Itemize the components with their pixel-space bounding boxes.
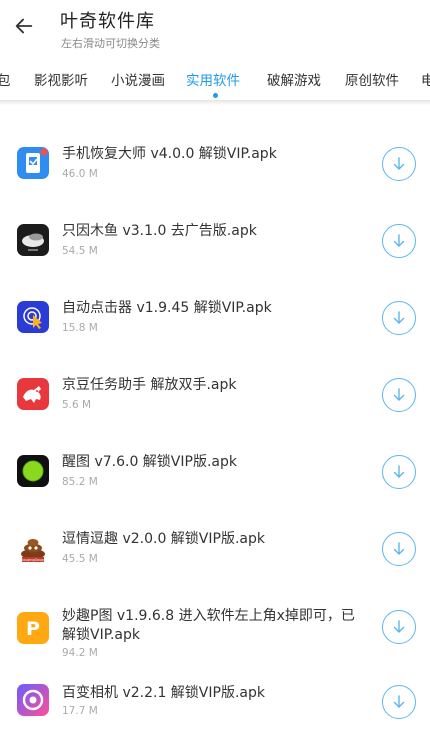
- download-button[interactable]: [382, 455, 416, 489]
- download-arrow-icon: [393, 234, 405, 247]
- app-name: 醒图 v7.6.0 解锁VIP版.apk: [62, 454, 237, 470]
- download-button[interactable]: [382, 301, 416, 335]
- download-arrow-icon: [393, 620, 405, 633]
- app-size: 17.7 M: [62, 705, 98, 717]
- download-button[interactable]: [382, 224, 416, 258]
- phone-recovery-icon: [17, 147, 49, 179]
- download-arrow-icon: [393, 157, 405, 170]
- list-item[interactable]: 手机恢复大师 v4.0.0 解锁VIP.apk 46.0 M: [0, 126, 430, 202]
- app-name: 手机恢复大师 v4.0.0 解锁VIP.apk: [62, 146, 277, 162]
- svg-text:P: P: [26, 618, 40, 640]
- arrow-left-icon: [15, 18, 33, 34]
- download-arrow-icon: [393, 388, 405, 401]
- back-button[interactable]: [8, 8, 40, 44]
- tab-novel-comic[interactable]: 小说漫画: [111, 69, 165, 89]
- page-subtitle: 左右滑动可切换分类: [61, 37, 160, 50]
- download-button[interactable]: [382, 147, 416, 181]
- tab-video[interactable]: 影视影听: [34, 69, 88, 89]
- download-arrow-icon: [393, 465, 405, 478]
- download-button[interactable]: [382, 532, 416, 566]
- tab-partial-right[interactable]: 电: [421, 69, 430, 89]
- camera-icon: [17, 684, 49, 716]
- page-title: 叶奇软件库: [60, 11, 155, 32]
- app-size: 94.2 M: [62, 647, 98, 659]
- auto-clicker-icon: [17, 301, 49, 333]
- list-item[interactable]: 京豆任务助手 解放双手.apk 5.6 M: [0, 357, 430, 433]
- app-name: 妙趣P图 v1.9.6.8 进入软件左上角x掉即可，已解锁VIP.apk: [62, 608, 355, 643]
- active-tab-indicator: [213, 93, 218, 98]
- download-arrow-icon: [393, 311, 405, 324]
- svg-text:DouqingDouqu: DouqingDouqu: [21, 558, 46, 562]
- jd-dog-icon: [17, 378, 49, 410]
- app-name: 自动点击器 v1.9.45 解锁VIP.apk: [62, 300, 272, 316]
- app-size: 45.5 M: [62, 553, 98, 565]
- download-arrow-icon: [393, 695, 405, 708]
- app-header: 叶奇软件库 左右滑动可切换分类: [0, 0, 430, 56]
- app-size: 46.0 M: [62, 168, 98, 180]
- list-item[interactable]: DouqingDouqu 逗情逗趣 v2.0.0 解锁VIP版.apk 45.5…: [0, 511, 430, 587]
- tab-partial-left[interactable]: 包: [0, 69, 11, 89]
- app-size: 54.5 M: [62, 245, 98, 257]
- list-item[interactable]: P 妙趣P图 v1.9.6.8 进入软件左上角x掉即可，已解锁VIP.apk 9…: [0, 588, 430, 680]
- xingtu-icon: [17, 455, 49, 487]
- app-name: 逗情逗趣 v2.0.0 解锁VIP版.apk: [62, 531, 265, 547]
- download-button[interactable]: [382, 685, 416, 719]
- tab-original-software[interactable]: 原创软件: [345, 69, 399, 89]
- list-item[interactable]: 自动点击器 v1.9.45 解锁VIP.apk 15.8 M: [0, 280, 430, 356]
- download-button[interactable]: [382, 610, 416, 644]
- list-item[interactable]: 百变相机 v2.2.1 解锁VIP版.apk 17.7 M: [0, 680, 430, 756]
- tabs-divider: [0, 100, 430, 105]
- tab-cracked-games[interactable]: 破解游戏: [267, 69, 321, 89]
- wooden-fish-icon: [17, 224, 49, 256]
- download-arrow-icon: [393, 542, 405, 555]
- app-size: 85.2 M: [62, 476, 98, 488]
- douqing-icon: DouqingDouqu: [17, 532, 49, 564]
- list-item[interactable]: 醒图 v7.6.0 解锁VIP版.apk 85.2 M: [0, 434, 430, 510]
- app-size: 15.8 M: [62, 322, 98, 334]
- app-size: 5.6 M: [62, 399, 92, 411]
- app-name: 只因木鱼 v3.1.0 去广告版.apk: [62, 223, 257, 239]
- download-button[interactable]: [382, 378, 416, 412]
- app-name: 百变相机 v2.2.1 解锁VIP版.apk: [62, 685, 265, 701]
- miaoqu-p-icon: P: [17, 612, 49, 644]
- tab-utility-software[interactable]: 实用软件: [186, 69, 240, 89]
- list-item[interactable]: 只因木鱼 v3.1.0 去广告版.apk 54.5 M: [0, 203, 430, 279]
- app-name: 京豆任务助手 解放双手.apk: [62, 377, 237, 393]
